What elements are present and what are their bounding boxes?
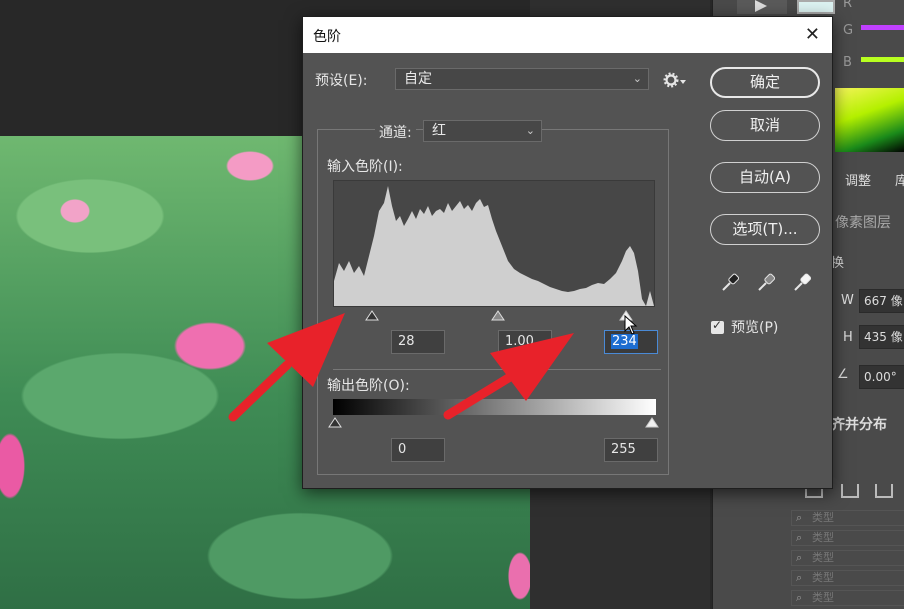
channel-letter-g: G bbox=[843, 23, 854, 38]
align-center-icon[interactable] bbox=[841, 484, 859, 498]
channel-letter-b: B bbox=[843, 55, 852, 70]
chevron-down-icon: ⌄ bbox=[525, 124, 535, 137]
gear-icon[interactable] bbox=[663, 72, 687, 88]
channel-label: 通道: bbox=[375, 122, 416, 142]
color-spectrum[interactable] bbox=[835, 88, 904, 152]
layer-filter-row[interactable]: 类型 bbox=[791, 530, 904, 546]
input-gamma-slider-handle[interactable] bbox=[491, 310, 505, 321]
red-arrow-annotation-left bbox=[228, 313, 345, 422]
layer-filter-row[interactable]: 类型 bbox=[791, 570, 904, 586]
channel-value: 红 bbox=[432, 123, 446, 139]
output-white-field[interactable]: 255 bbox=[604, 438, 658, 462]
angle-field[interactable]: 0.00° bbox=[859, 365, 904, 389]
play-icon[interactable] bbox=[737, 0, 787, 14]
preset-label: 预设(E): bbox=[315, 73, 368, 89]
channel-letter-r: R bbox=[843, 0, 853, 11]
height-field[interactable]: 435 像 bbox=[859, 325, 904, 349]
options-button[interactable]: 选项(T)... bbox=[710, 214, 820, 245]
layer-filter-row[interactable]: 类型 bbox=[791, 590, 904, 606]
preview-checkbox[interactable] bbox=[711, 318, 724, 334]
tab-adjustments[interactable]: 调整 bbox=[845, 170, 871, 194]
histogram bbox=[333, 180, 655, 307]
histogram-graph bbox=[334, 186, 654, 306]
channel-select[interactable]: 红 ⌄ bbox=[423, 120, 542, 142]
photoshop-workspace: R G B 调整 库 像素图层 换 W 667 像 H 435 像 ∠ 0.00… bbox=[0, 0, 904, 609]
width-field[interactable]: 667 像 bbox=[859, 289, 904, 313]
white-eyedropper-icon[interactable] bbox=[793, 272, 811, 292]
align-right-icon[interactable] bbox=[875, 484, 893, 498]
input-black-slider-handle[interactable] bbox=[365, 310, 379, 321]
mouse-cursor-icon bbox=[624, 315, 638, 335]
output-white-slider-handle[interactable] bbox=[645, 417, 659, 428]
green-channel-slider[interactable] bbox=[861, 25, 904, 30]
dialog-titlebar[interactable]: 色阶 ✕ bbox=[303, 17, 832, 53]
ok-button[interactable]: 确定 bbox=[710, 67, 820, 98]
red-arrow-annotation-right bbox=[443, 333, 574, 420]
tab-libraries[interactable]: 库 bbox=[895, 170, 904, 194]
input-levels-label: 输入色阶(I): bbox=[327, 159, 403, 175]
output-black-field[interactable]: 0 bbox=[391, 438, 445, 462]
preset-select[interactable]: 自定 ⌄ bbox=[395, 68, 649, 90]
input-black-field[interactable]: 28 bbox=[391, 330, 445, 354]
align-distribute-heading: 齐并分布 bbox=[831, 417, 887, 433]
blue-channel-slider[interactable] bbox=[861, 57, 904, 62]
gray-eyedropper-icon[interactable] bbox=[757, 272, 775, 292]
dialog-title: 色阶 bbox=[313, 29, 341, 45]
layer-filter-row[interactable]: 类型 bbox=[791, 550, 904, 566]
cancel-button[interactable]: 取消 bbox=[710, 110, 820, 141]
layer-type-label: 像素图层 bbox=[835, 215, 891, 231]
black-eyedropper-icon[interactable] bbox=[721, 272, 739, 292]
auto-button[interactable]: 自动(A) bbox=[710, 162, 820, 193]
layer-filter-row[interactable]: 类型 bbox=[791, 510, 904, 526]
foreground-color-swatch[interactable] bbox=[797, 0, 835, 14]
angle-icon: ∠ bbox=[837, 367, 849, 382]
chevron-down-icon: ⌄ bbox=[632, 72, 642, 85]
width-label: W bbox=[841, 293, 854, 308]
preview-label: 预览(P) bbox=[731, 320, 779, 336]
close-icon[interactable]: ✕ bbox=[805, 24, 820, 45]
height-label: H bbox=[843, 330, 853, 345]
preset-value: 自定 bbox=[404, 71, 432, 87]
